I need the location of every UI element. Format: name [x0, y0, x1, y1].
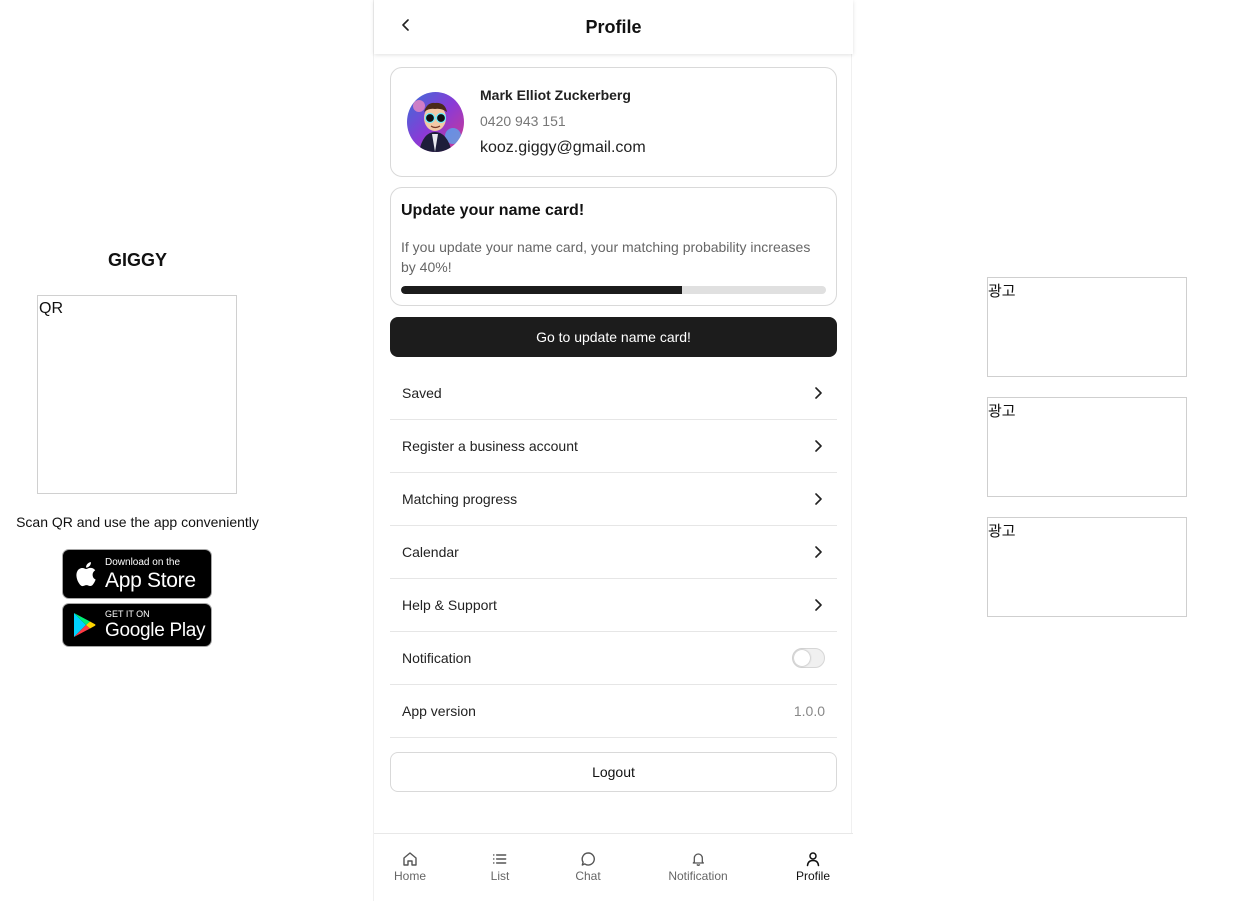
- profile-email: kooz.giggy@gmail.com: [480, 139, 646, 156]
- update-namecard-button[interactable]: Go to update name card!: [390, 317, 837, 357]
- menu-item-label: App version: [402, 703, 476, 719]
- promo-panel: GIGGY QR Scan QR and use the app conveni…: [0, 0, 275, 901]
- progress-fill: [401, 286, 682, 294]
- menu-item-label: Help & Support: [402, 597, 497, 613]
- nav-label: Chat: [575, 869, 601, 883]
- chevron-right-icon: [811, 386, 825, 400]
- namecard-title: Update your name card!: [401, 202, 585, 219]
- chevron-right-icon: [811, 439, 825, 453]
- scan-text: Scan QR and use the app conveniently: [16, 514, 259, 530]
- menu-item-matching-progress[interactable]: Matching progress: [390, 473, 837, 526]
- page-title: Profile: [585, 16, 642, 37]
- nav-chat[interactable]: Chat: [575, 851, 601, 883]
- app-frame: Profile Mark Elliot Zuckerberg 0420 943 …: [373, 0, 853, 901]
- list-icon: [492, 851, 508, 867]
- menu-item-saved[interactable]: Saved: [390, 367, 837, 420]
- google-play-badge[interactable]: GET IT ON Google Play: [62, 603, 212, 647]
- menu-item-label: Notification: [402, 650, 472, 666]
- nav-label: Notification: [668, 869, 728, 883]
- qr-code: QR: [37, 295, 237, 494]
- home-icon: [402, 851, 418, 867]
- nav-label: Profile: [795, 869, 831, 883]
- bottom-nav: Home List Chat Notification Profile: [374, 833, 853, 901]
- google-play-icon: [71, 610, 99, 640]
- nav-label: Home: [393, 869, 427, 883]
- nav-home[interactable]: Home: [394, 851, 426, 883]
- bell-icon: [690, 851, 706, 867]
- menu-item-label: Saved: [402, 385, 442, 401]
- nav-notification[interactable]: Notification: [668, 851, 728, 883]
- menu-item-calendar[interactable]: Calendar: [390, 526, 837, 579]
- ad-label: 광고: [988, 523, 1016, 540]
- nav-profile[interactable]: Profile: [796, 851, 830, 883]
- menu-item-register-business[interactable]: Register a business account: [390, 420, 837, 473]
- chevron-right-icon: [811, 492, 825, 506]
- chevron-right-icon: [811, 598, 825, 612]
- menu-item-notification: Notification: [390, 632, 837, 685]
- app-version-value: 1.0.0: [793, 703, 825, 719]
- app-store-badge[interactable]: Download on the App Store: [62, 549, 212, 599]
- chat-icon: [580, 851, 596, 867]
- menu-item-help-support[interactable]: Help & Support: [390, 579, 837, 632]
- menu-item-app-version: App version 1.0.0: [390, 685, 837, 738]
- ad-label: 광고: [988, 283, 1016, 300]
- menu-item-label: Matching progress: [402, 491, 518, 507]
- app-header: Profile: [374, 0, 853, 54]
- chevron-right-icon: [811, 545, 825, 559]
- chevron-left-icon[interactable]: [396, 15, 416, 35]
- menu-item-label: Register a business account: [402, 438, 578, 454]
- google-play-big: Google Play: [105, 620, 206, 641]
- ad-slot[interactable]: 광고: [987, 397, 1187, 497]
- app-store-big: App Store: [105, 568, 196, 592]
- profile-card[interactable]: Mark Elliot Zuckerberg 0420 943 151 kooz…: [390, 67, 837, 177]
- brand-name: GIGGY: [107, 250, 167, 270]
- nav-list[interactable]: List: [490, 851, 510, 883]
- ad-slot[interactable]: 광고: [987, 517, 1187, 617]
- nav-label: List: [490, 869, 510, 883]
- profile-name: Mark Elliot Zuckerberg: [480, 87, 631, 103]
- settings-menu: Saved Register a business account Matchi…: [390, 367, 837, 738]
- namecard-progress-card: Update your name card! If you update you…: [390, 187, 837, 306]
- qr-label: QR: [39, 300, 63, 317]
- menu-item-label: Calendar: [402, 544, 459, 560]
- ad-label: 광고: [988, 403, 1016, 420]
- app-store-small: Download on the: [105, 556, 181, 568]
- avatar: [407, 92, 464, 152]
- logout-button[interactable]: Logout: [390, 752, 837, 792]
- google-play-small: GET IT ON: [105, 609, 150, 619]
- profile-phone: 0420 943 151: [480, 113, 566, 129]
- namecard-description: If you update your name card, your match…: [401, 239, 811, 275]
- ad-slot[interactable]: 광고: [987, 277, 1187, 377]
- notification-toggle[interactable]: [792, 648, 825, 668]
- progress-bar: [401, 286, 826, 294]
- apple-icon: [71, 559, 99, 589]
- user-icon: [805, 851, 821, 867]
